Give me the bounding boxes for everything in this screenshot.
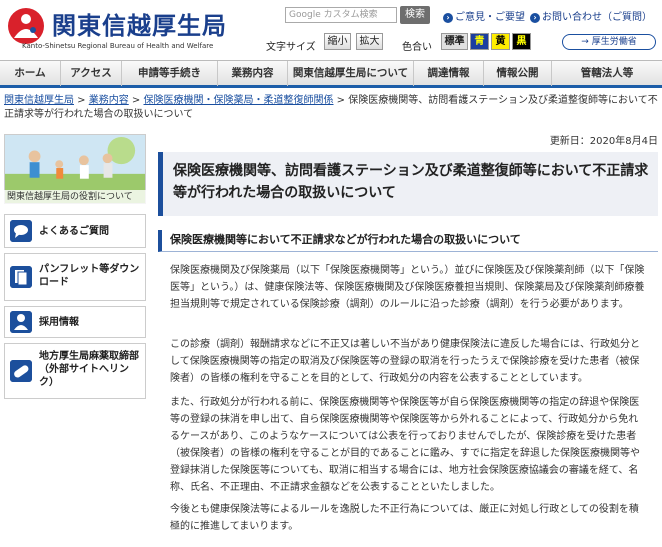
breadcrumb-link[interactable]: 業務内容 — [89, 95, 129, 106]
sidebar-item-label: 地方厚生局麻薬取締部（外部サイトへリンク） — [39, 351, 139, 388]
sidebar-item-label: パンフレット等ダウンロード — [39, 264, 140, 288]
body-paragraph: この診療（調剤）報酬請求などに不正又は著しい不当があり健康保険法に違反した場合に… — [170, 339, 640, 384]
sidebar-item-pamphlet[interactable]: パンフレット等ダウンロード — [4, 253, 146, 301]
ministry-link[interactable]: → 厚生労働省 — [562, 34, 656, 50]
text-size-enlarge-button[interactable]: 拡大 — [356, 33, 383, 50]
breadcrumb: 関東信越厚生局 > 業務内容 > 保険医療機関・保険薬局・柔道整復師関係 > 保… — [4, 95, 658, 120]
nav-access[interactable]: アクセス — [61, 61, 122, 86]
nav-about[interactable]: 関東信越厚生局について — [288, 61, 414, 86]
color-black-button[interactable]: 黒 — [512, 33, 531, 50]
breadcrumb-link[interactable]: 保険医療機関・保険薬局・柔道整復師関係 — [144, 95, 334, 106]
banner-caption: 関東信越厚生局の役割について — [4, 190, 146, 204]
sidebar-item-faq[interactable]: よくあるご質問 — [4, 214, 146, 248]
color-standard-button[interactable]: 標準 — [441, 33, 468, 50]
nav-corporations[interactable]: 管轄法人等 — [552, 61, 662, 86]
body-paragraph: 今後とも健康保険法等によるルールを逸脱した不正行為については、厳正に対処し行政と… — [170, 504, 639, 532]
sidebar-item-recruit[interactable]: 採用情報 — [4, 306, 146, 338]
text-size-label: 文字サイズ — [266, 42, 316, 53]
global-nav: ホーム アクセス 申請等手続き 業務内容 関東信越厚生局について 調達情報 情報… — [0, 60, 662, 88]
page-title: 保険医療機関等、訪問看護ステーション及び柔道整復師等において不正請求等が行われた… — [158, 152, 658, 216]
breadcrumb-link[interactable]: 関東信越厚生局 — [4, 95, 74, 106]
section-heading: 保険医療機関等において不正請求などが行われた場合の取扱いについて — [158, 230, 658, 252]
chat-bubble-icon — [10, 220, 32, 242]
contact-link[interactable]: › お問い合わせ（ご質問） — [530, 8, 652, 23]
color-blue-button[interactable]: 青 — [470, 33, 489, 50]
body-paragraph: 保険医療機関及び保険薬局（以下「保険医療機関等」という。）並びに保険医及び保険薬… — [170, 265, 645, 310]
pamphlet-icon — [10, 266, 32, 288]
body-paragraph: また、行政処分が行われる前に、保険医療機関等や保険医等が自ら保険医療機関等の指定… — [170, 397, 640, 493]
site-subtitle: Kanto-Shinetsu Regional Bureau of Health… — [22, 42, 214, 50]
capsule-icon — [10, 360, 32, 382]
nav-disclosure[interactable]: 情報公開 — [484, 61, 552, 86]
nav-procurement[interactable]: 調達情報 — [414, 61, 484, 86]
sidebar-item-label: 採用情報 — [39, 317, 79, 328]
arrow-icon: › — [530, 13, 540, 23]
arrow-icon: › — [443, 13, 453, 23]
nav-application[interactable]: 申請等手続き — [122, 61, 218, 86]
nav-home[interactable]: ホーム — [0, 61, 61, 86]
updated-date: 更新日：2020年8月4日 — [549, 136, 658, 147]
logo-icon — [8, 8, 44, 44]
search-button[interactable]: 検索 — [400, 6, 430, 24]
color-label: 色合い — [402, 42, 432, 53]
search-input[interactable]: Google カスタム検索 — [285, 7, 397, 23]
sidebar-item-narcotics[interactable]: 地方厚生局麻薬取締部（外部サイトへリンク） — [4, 343, 146, 399]
color-yellow-button[interactable]: 黄 — [491, 33, 510, 50]
sidebar-item-label: よくあるご質問 — [39, 226, 109, 237]
opinion-link[interactable]: › ご意見・ご要望 — [443, 8, 525, 23]
arrow-icon: → — [581, 37, 592, 47]
nav-services[interactable]: 業務内容 — [218, 61, 288, 86]
site-title[interactable]: 関東信越厚生局 — [52, 6, 227, 41]
person-icon — [10, 311, 32, 333]
text-size-shrink-button[interactable]: 縮小 — [324, 33, 351, 50]
